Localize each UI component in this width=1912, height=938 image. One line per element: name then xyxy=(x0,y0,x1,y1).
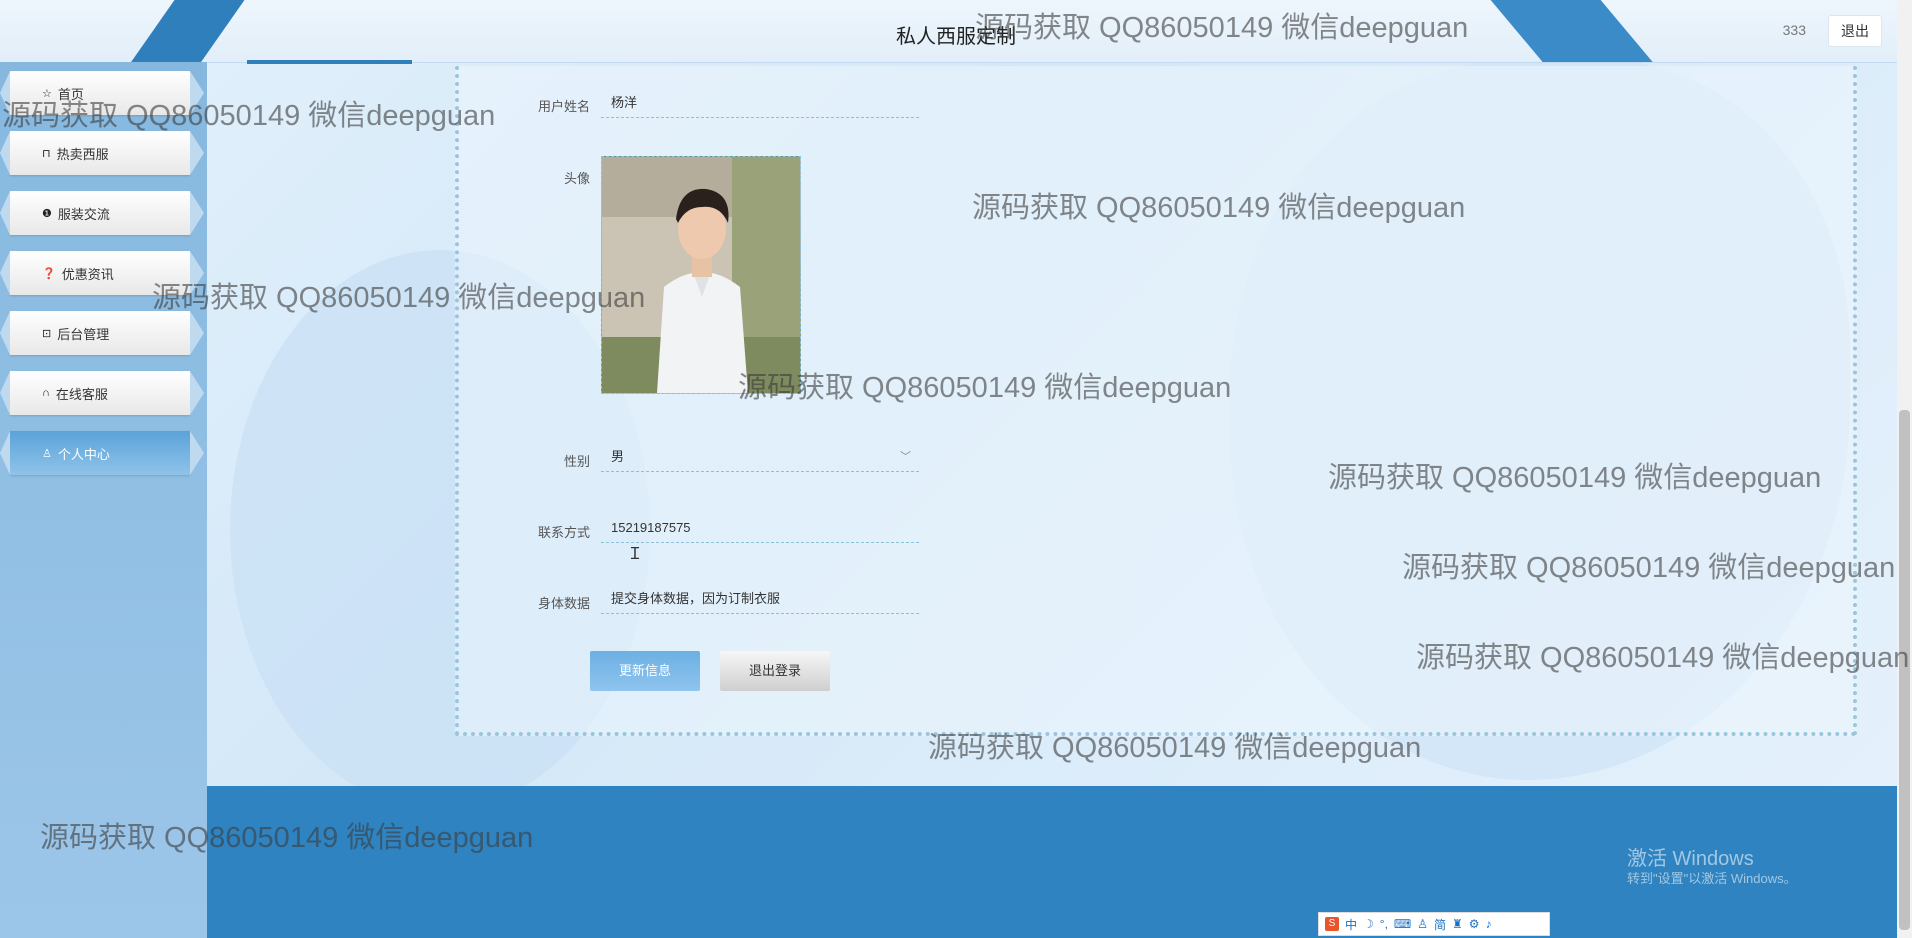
sidebar-item-profile[interactable]: ♙ 个人中心 xyxy=(0,431,204,475)
sidebar-item-hot-suits[interactable]: ⊓ 热卖西服 xyxy=(0,131,204,175)
site-title: 私人西服定制 xyxy=(896,26,1016,48)
watermark: 源码获取 QQ86050149 微信deepguan xyxy=(2,100,496,132)
username-label: 用户姓名 xyxy=(537,99,590,114)
avatar-label: 头像 xyxy=(563,171,590,186)
sidebar-item-label: 在线客服 xyxy=(55,386,108,402)
tiktok-icon[interactable]: ♪ xyxy=(1486,917,1492,931)
bag-icon: ⊓ xyxy=(42,147,51,160)
sidebar-item-admin[interactable]: ⊡ 后台管理 xyxy=(0,311,204,355)
sidebar-item-fashion-forum[interactable]: ❶ 服装交流 xyxy=(0,191,204,235)
watermark: 源码获取 QQ86050149 微信deepguan xyxy=(152,282,646,314)
watermark: 源码获取 QQ86050149 微信deepguan xyxy=(975,12,1469,44)
user-icon: ♙ xyxy=(42,447,52,460)
gender-label: 性别 xyxy=(563,454,590,469)
text-cursor-icon: Ｉ xyxy=(627,546,644,563)
gear-icon[interactable]: ⚙ xyxy=(1469,917,1480,931)
phone-input[interactable]: 15219187575 xyxy=(601,515,919,543)
top-header: 私人西服定制 333 退出 xyxy=(0,0,1912,63)
watermark: 源码获取 QQ86050149 微信deepguan xyxy=(1416,642,1910,674)
watermark: 源码获取 QQ86050149 微信deepguan xyxy=(1402,552,1896,584)
logout-account-button[interactable]: 退出登录 xyxy=(720,651,830,691)
windows-activation-title: 激活 Windows xyxy=(1627,848,1754,870)
body-data-input[interactable]: 提交身体数据，因为订制衣服 xyxy=(601,586,919,614)
logout-button[interactable]: 退出 xyxy=(1828,15,1882,47)
alert-circle-icon: ❶ xyxy=(42,207,52,220)
ime-simplified[interactable]: 简 xyxy=(1434,916,1446,933)
windows-activation-subtitle: 转到"设置"以激活 Windows。 xyxy=(1627,871,1797,886)
chevron-down-icon: ﹀ xyxy=(900,451,911,463)
update-info-button[interactable]: 更新信息 xyxy=(590,651,700,691)
body-data-label: 身体数据 xyxy=(537,596,590,611)
watermark: 源码获取 QQ86050149 微信deepguan xyxy=(40,822,534,854)
ime-lang[interactable]: 中 xyxy=(1345,916,1357,933)
phone-label: 联系方式 xyxy=(537,525,590,540)
punctuation-icon[interactable]: °, xyxy=(1380,917,1388,931)
shirt-icon[interactable]: ♜ xyxy=(1452,917,1463,931)
watermark: 源码获取 QQ86050149 微信deepguan xyxy=(1328,462,1822,494)
user-icon[interactable]: ♙ xyxy=(1417,917,1428,931)
username-label: 333 xyxy=(1782,22,1806,38)
watermark: 源码获取 QQ86050149 微信deepguan xyxy=(738,372,1232,404)
briefcase-icon: ⊡ xyxy=(42,327,52,340)
headset-icon: ∩ xyxy=(42,387,50,399)
sidebar-item-label: 优惠资讯 xyxy=(61,266,114,282)
sidebar-item-label: 个人中心 xyxy=(57,446,110,462)
sidebar-item-label: 服装交流 xyxy=(57,206,110,222)
moon-icon[interactable]: ☽ xyxy=(1363,917,1374,931)
watermark: 源码获取 QQ86050149 微信deepguan xyxy=(928,732,1422,764)
gender-select[interactable]: 男 ﹀ xyxy=(601,444,919,472)
question-circle-icon: ❓ xyxy=(42,267,56,280)
sidebar-item-label: 后台管理 xyxy=(57,326,110,342)
gender-value: 男 xyxy=(611,449,625,464)
sidebar-item-customer-service[interactable]: ∩ 在线客服 xyxy=(0,371,204,415)
watermark: 源码获取 QQ86050149 微信deepguan xyxy=(972,192,1466,224)
ime-toolbar[interactable]: S 中 ☽ °, ⌨ ♙ 简 ♜ ⚙ ♪ xyxy=(1318,912,1550,936)
tab-indicator xyxy=(247,60,412,64)
sidebar-item-label: 热卖西服 xyxy=(56,146,109,162)
sogou-icon: S xyxy=(1325,917,1339,931)
username-input[interactable]: 杨洋 xyxy=(601,90,919,118)
vertical-scrollbar[interactable] xyxy=(1897,0,1912,938)
keyboard-icon[interactable]: ⌨ xyxy=(1394,917,1411,931)
